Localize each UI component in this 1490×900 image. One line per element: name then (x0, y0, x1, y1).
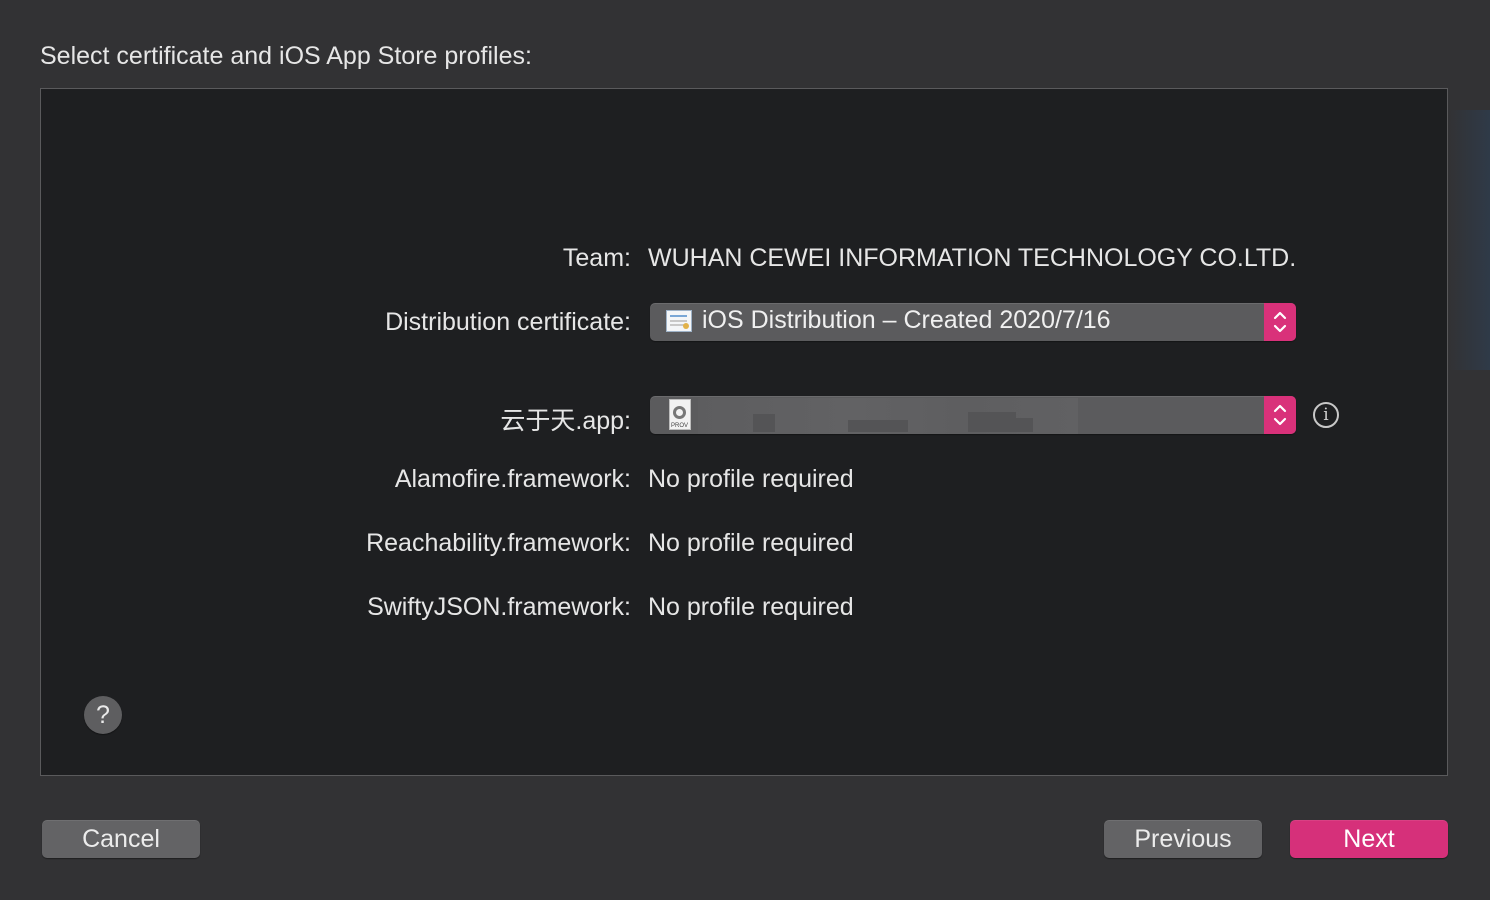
next-button[interactable]: Next (1290, 820, 1448, 858)
up-down-chevron-icon (1273, 311, 1287, 333)
team-label: Team: (562, 244, 631, 272)
dialog-title: Select certificate and iOS App Store pro… (40, 42, 532, 70)
framework-value: No profile required (648, 465, 854, 493)
provisioning-profile-icon: PROV (669, 399, 691, 430)
framework-label: SwiftyJSON.framework: (367, 593, 631, 621)
certificate-popup-stepper[interactable] (1264, 303, 1296, 341)
framework-value: No profile required (648, 593, 854, 621)
team-value: WUHAN CEWEI INFORMATION TECHNOLOGY CO.LT… (648, 244, 1297, 272)
cancel-button[interactable]: Cancel (42, 820, 200, 858)
app-profile-popup[interactable]: PROV (650, 396, 1296, 434)
framework-label: Alamofire.framework: (394, 465, 631, 493)
gear-icon (673, 406, 686, 419)
app-profile-popup-stepper[interactable] (1264, 396, 1296, 434)
redacted-profile-name (698, 398, 1078, 434)
info-icon[interactable]: i (1313, 402, 1339, 428)
window-edge-glow (1448, 110, 1490, 370)
framework-value: No profile required (648, 529, 854, 557)
help-button[interactable]: ? (84, 696, 122, 734)
certificate-popup[interactable]: iOS Distribution – Created 2020/7/16 (650, 303, 1296, 341)
certificate-icon (666, 310, 692, 332)
app-label: 云于天.app: (500, 407, 631, 435)
certificate-popup-value: iOS Distribution – Created 2020/7/16 (702, 306, 1111, 334)
provisioning-profile-icon-text: PROV (671, 423, 689, 429)
certificate-label: Distribution certificate: (385, 308, 631, 336)
framework-label: Reachability.framework: (366, 529, 631, 557)
up-down-chevron-icon (1273, 404, 1287, 426)
previous-button[interactable]: Previous (1104, 820, 1262, 858)
